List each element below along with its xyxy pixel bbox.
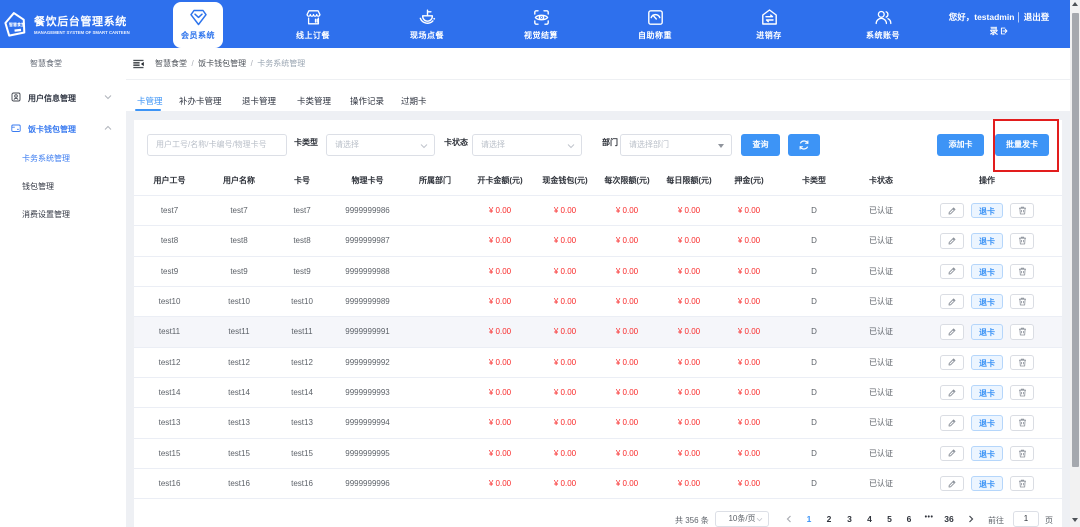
svg-text:智慧食堂: 智慧食堂 — [9, 21, 25, 27]
